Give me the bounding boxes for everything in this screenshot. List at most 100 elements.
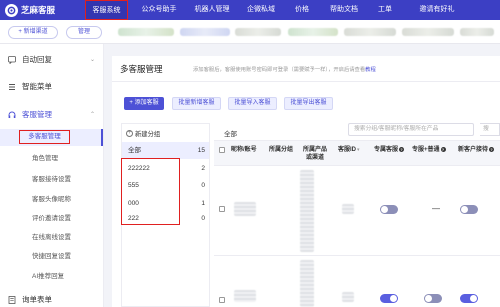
agent-products	[300, 260, 314, 307]
channel-bar: + 新增渠道 管理	[0, 20, 500, 44]
sidebar-item-smart-menu[interactable]: 智能菜单	[0, 80, 104, 94]
batch-import-button[interactable]: 批量导入客服	[228, 97, 277, 110]
agent-id	[342, 292, 354, 302]
search-input[interactable]: 搜索分组/客服昵称/客服所在产品	[348, 123, 474, 136]
sidebar-item-service-management[interactable]: 客服管理 ⌃	[0, 108, 104, 122]
form-icon	[8, 296, 16, 304]
column-header: 新客户接待?	[458, 146, 495, 154]
nav-item-help-docs[interactable]: 帮助文档	[326, 0, 362, 20]
new-customer-toggle[interactable]	[460, 205, 478, 214]
sidebar-subitem-roles[interactable]: 角色管理	[0, 150, 103, 167]
help-icon[interactable]: ?	[399, 146, 405, 152]
exclusive-toggle[interactable]	[380, 294, 398, 303]
add-agent-button[interactable]: + 添加客服	[124, 97, 164, 110]
nav-item-pricing[interactable]: 价格	[290, 0, 314, 20]
column-header: 专属客服?	[374, 146, 405, 154]
headset-icon	[8, 111, 16, 119]
plus-circle-icon: +	[126, 130, 133, 137]
agent-name	[234, 202, 256, 216]
group-count: 2	[201, 165, 205, 172]
column-header: 昵称/账号	[231, 147, 257, 153]
menu-list-icon	[8, 83, 16, 91]
help-icon[interactable]: ?	[440, 146, 446, 152]
nav-item-wecom[interactable]: 企微私域	[241, 0, 281, 20]
page-hint: 添加客服后，客服使用账号密码即可登录（需要赋予一样），开启后请查看教程	[193, 65, 376, 73]
channel-tab[interactable]	[118, 28, 174, 36]
new-group-label: 新建分组	[135, 131, 161, 138]
sidebar-subitem-label: 角色管理	[32, 155, 58, 162]
column-header: 所属分组	[269, 147, 294, 153]
brand[interactable]: 芝麻客服	[5, 3, 55, 17]
mixed-toggle[interactable]	[424, 294, 442, 303]
highlight-box-multi-agent: 多客服管理	[19, 130, 70, 144]
channel-tab[interactable]	[180, 28, 230, 36]
chat-bubble-icon	[8, 56, 16, 65]
batch-export-button[interactable]: 批量导出客服	[284, 97, 333, 110]
sidebar-subitem-reception[interactable]: 客服接待设置	[0, 171, 103, 188]
nav-item-official-account[interactable]: 公众号助手	[134, 0, 184, 20]
search-button[interactable]: 搜	[480, 123, 500, 136]
mixed-value: —	[432, 204, 440, 213]
group-count: 15	[197, 147, 205, 154]
column-header-label: 新客户接待	[458, 147, 489, 153]
sidebar-item-auto-reply[interactable]: 自动回复 ⌄	[0, 53, 104, 67]
table-header: 昵称/账号 所属分组 所属产品或渠道 客服ID▾ 专属客服? 专服+普通? 新客…	[214, 140, 500, 166]
new-group-button[interactable]: + 新建分组	[126, 129, 160, 138]
row-checkbox[interactable]	[219, 206, 225, 212]
sesame-logo-icon	[5, 3, 18, 17]
sidebar-subitem-label: 客服接待设置	[32, 176, 71, 183]
new-customer-toggle[interactable]	[460, 294, 478, 303]
channel-tab[interactable]	[460, 28, 494, 36]
sidebar-item-label: 智能菜单	[22, 82, 52, 91]
column-header: 所属产品或渠道	[302, 147, 327, 161]
sidebar-subitem-label: 快捷回复设置	[32, 253, 71, 260]
channel-tab[interactable]	[344, 28, 396, 36]
brand-name: 芝麻客服	[21, 5, 56, 15]
sidebar-subitem-online[interactable]: 在线离线设置	[0, 229, 103, 246]
sort-icon[interactable]: ▾	[357, 146, 360, 154]
sidebar-item-label: 自动回复	[22, 55, 52, 64]
toggle-knob	[381, 206, 388, 213]
sidebar-subitem-ai-reply[interactable]: AI推荐回复	[0, 268, 103, 285]
batch-add-button[interactable]: 批量新增客服	[172, 97, 221, 110]
channel-tab[interactable]	[235, 28, 281, 36]
column-header: 客服ID▾	[338, 146, 360, 154]
sidebar-subitem-label: AI推荐回复	[32, 273, 65, 280]
nav-item-tickets[interactable]: 工单	[376, 0, 394, 20]
highlight-box-groups	[121, 158, 180, 225]
sidebar-subitem-label: 评价邀请设置	[32, 215, 71, 222]
help-icon[interactable]: ?	[489, 146, 495, 152]
sidebar-subitem-avatar[interactable]: 客服头像昵称	[0, 191, 103, 208]
sidebar-item-label: 询单表单	[22, 295, 52, 304]
sidebar-subitem-rating[interactable]: 评价邀请设置	[0, 210, 103, 227]
divider	[112, 81, 500, 82]
nav-item-robot-management[interactable]: 机器人管理	[188, 0, 236, 20]
nav-item-customer-service[interactable]: 客服系统	[85, 0, 128, 20]
sidebar-subitem-label: 客服头像昵称	[32, 196, 71, 203]
top-nav-bar: 芝麻客服 客服系统 公众号助手 机器人管理 企微私域 价格 帮助文档 工单 邀请…	[0, 0, 500, 20]
tutorial-link[interactable]: 教程	[365, 67, 376, 73]
sidebar-subitem-quick-reply[interactable]: 快捷回复设置	[0, 248, 103, 265]
manage-channels-button[interactable]: 管理	[66, 26, 102, 39]
select-all-checkbox[interactable]	[219, 147, 225, 153]
chevron-up-icon: ⌃	[90, 112, 96, 118]
add-channel-button[interactable]: + 新增渠道	[8, 26, 58, 39]
column-header-label: 客服ID	[338, 147, 357, 153]
table-filter-label: 全部	[224, 131, 237, 138]
sidebar-item-label: 客服管理	[22, 110, 52, 119]
row-checkbox[interactable]	[219, 297, 225, 303]
channel-tab[interactable]	[288, 28, 338, 36]
channel-tab[interactable]	[402, 28, 454, 36]
group-count: 0	[201, 182, 205, 189]
table-row: —	[214, 166, 500, 256]
nav-item-invite[interactable]: 邀请有好礼	[412, 0, 462, 20]
column-header: 专服+普通?	[412, 146, 446, 154]
chevron-down-icon: ⌄	[90, 57, 96, 63]
agent-name	[234, 290, 256, 302]
column-header-label: 专属客服	[374, 147, 399, 153]
page-hint-text: 添加客服后，客服使用账号密码即可登录（需要赋予一样），开启后请查看	[193, 67, 366, 73]
group-item-all[interactable]: 全部 15	[122, 142, 209, 159]
toggle-knob	[461, 206, 468, 213]
exclusive-toggle[interactable]	[380, 205, 398, 214]
sidebar-item-inquiry-form[interactable]: 询单表单	[0, 293, 104, 307]
